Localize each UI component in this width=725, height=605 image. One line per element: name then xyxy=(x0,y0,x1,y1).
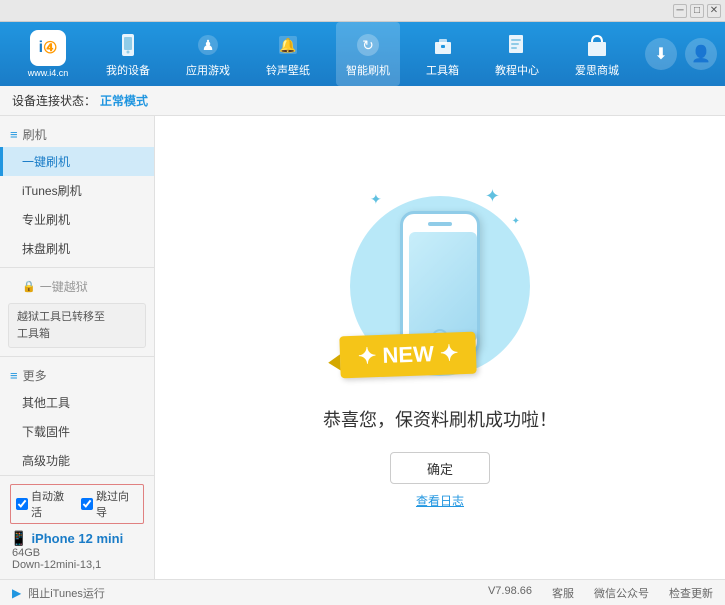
status-bar: 设备连接状态： 正常模式 xyxy=(0,86,725,116)
nav-smart-flash[interactable]: ↻ 智能刷机 xyxy=(336,22,400,86)
device-name-text: iPhone 12 mini xyxy=(31,531,123,546)
tutorials-icon xyxy=(503,31,531,59)
sidebar-item-pro-flash[interactable]: 专业刷机 xyxy=(0,205,154,234)
auto-activate-label: 自动激活 xyxy=(31,488,73,520)
download-button[interactable]: ⬇ xyxy=(645,38,677,70)
skip-guide-input[interactable] xyxy=(81,498,93,510)
maximize-button[interactable]: □ xyxy=(690,4,704,18)
auto-activate-input[interactable] xyxy=(16,498,28,510)
device-phone-icon: 📱 xyxy=(10,530,27,547)
title-bar: ─ □ ✕ xyxy=(0,0,725,22)
success-text: 恭喜您，保资料刷机成功啦！ xyxy=(323,406,557,432)
sidebar-item-one-key-flash[interactable]: 一键刷机 xyxy=(0,147,154,176)
footer: ▶ 阻止iTunes运行 V7.98.66 客服 微信公众号 检查更新 xyxy=(0,579,725,605)
footer-wechat[interactable]: 微信公众号 xyxy=(594,585,649,601)
nav-right-actions: ⬇ 👤 xyxy=(645,38,717,70)
footer-update[interactable]: 检查更新 xyxy=(669,585,713,601)
my-device-icon xyxy=(114,31,142,59)
logo[interactable]: i④ www.i4.cn xyxy=(8,30,88,78)
skip-guide-checkbox[interactable]: 跳过向导 xyxy=(81,488,138,520)
footer-right: V7.98.66 客服 微信公众号 检查更新 xyxy=(488,585,713,601)
apps-games-icon: ♟ xyxy=(194,31,222,59)
nav-tutorials[interactable]: 教程中心 xyxy=(485,22,549,86)
nav-apps-games[interactable]: ♟ 应用游戏 xyxy=(176,22,240,86)
main-content: ≡ 刷机 一键刷机 iTunes刷机 专业刷机 抹盘刷机 🔒 一键越狱 越狱工具… xyxy=(0,116,725,579)
footer-version: V7.98.66 xyxy=(488,585,532,601)
lock-icon: 🔒 xyxy=(22,280,36,293)
sidebar-item-download-firmware[interactable]: 下载固件 xyxy=(0,417,154,446)
smart-flash-icon: ↻ xyxy=(354,31,382,59)
nav-shop[interactable]: 爱思商城 xyxy=(565,22,629,86)
more-section-icon: ≡ xyxy=(10,368,18,383)
svg-text:🔔: 🔔 xyxy=(279,37,296,54)
sidebar-flash-section: ≡ 刷机 xyxy=(0,120,154,147)
sidebar-locked-jailbreak: 🔒 一键越狱 xyxy=(0,272,154,299)
visit-log-link[interactable]: 查看日志 xyxy=(416,492,464,509)
sidebar-item-wipe-flash[interactable]: 抹盘刷机 xyxy=(0,234,154,263)
smart-flash-label: 智能刷机 xyxy=(346,62,390,78)
shop-icon xyxy=(583,31,611,59)
apps-games-label: 应用游戏 xyxy=(186,62,230,78)
footer-support[interactable]: 客服 xyxy=(552,585,574,601)
phone-speaker xyxy=(428,222,452,226)
sidebar-divider-2 xyxy=(0,356,154,357)
device-checkboxes: 自动激活 跳过向导 xyxy=(10,484,144,524)
device-panel: 自动激活 跳过向导 📱 iPhone 12 mini 64GB Down-12m… xyxy=(0,475,154,579)
header: i④ www.i4.cn 我的设备 ♟ 应用游戏 🔔 铃声壁纸 ↻ 智 xyxy=(0,22,725,86)
status-value: 正常模式 xyxy=(100,92,148,109)
itunes-icon: ▶ xyxy=(12,586,21,600)
new-badge: ✦ NEW ✦ xyxy=(339,332,477,379)
svg-text:↻: ↻ xyxy=(362,37,374,53)
flash-section-label: 刷机 xyxy=(23,126,47,143)
content-area: ✦ ✦ ✦ ✦ NEW ✦ 恭喜您，保资料刷机成功啦！ 确定 查看日志 xyxy=(155,116,725,579)
confirm-button[interactable]: 确定 xyxy=(390,452,490,484)
device-name: 📱 iPhone 12 mini xyxy=(10,530,144,547)
svg-text:♟: ♟ xyxy=(202,37,215,53)
sparkle-3: ✦ xyxy=(512,216,520,227)
nav-my-device[interactable]: 我的设备 xyxy=(96,22,160,86)
nav-bar: 我的设备 ♟ 应用游戏 🔔 铃声壁纸 ↻ 智能刷机 工具箱 xyxy=(88,22,637,86)
more-section-label: 更多 xyxy=(23,367,47,384)
status-label: 设备连接状态： xyxy=(12,92,96,109)
close-button[interactable]: ✕ xyxy=(707,4,721,18)
toolbox-icon xyxy=(429,31,457,59)
nav-toolbox[interactable]: 工具箱 xyxy=(416,22,469,86)
sparkle-1: ✦ xyxy=(370,191,382,208)
ringtones-icon: 🔔 xyxy=(274,31,302,59)
shop-label: 爱思商城 xyxy=(575,62,619,78)
my-device-label: 我的设备 xyxy=(106,62,150,78)
logo-icon: i④ xyxy=(30,30,66,66)
locked-label: 一键越狱 xyxy=(40,278,88,295)
skip-guide-label: 跳过向导 xyxy=(96,488,138,520)
device-firmware: Down-12mini-13,1 xyxy=(10,559,144,571)
auto-activate-checkbox[interactable]: 自动激活 xyxy=(16,488,73,520)
sidebar-item-advanced[interactable]: 高级功能 xyxy=(0,446,154,475)
nav-ringtones[interactable]: 🔔 铃声壁纸 xyxy=(256,22,320,86)
user-button[interactable]: 👤 xyxy=(685,38,717,70)
sidebar-more-section: ≡ 更多 xyxy=(0,361,154,388)
logo-url: www.i4.cn xyxy=(28,68,69,78)
footer-left: ▶ 阻止iTunes运行 xyxy=(12,585,488,601)
toolbox-label: 工具箱 xyxy=(426,62,459,78)
phone-illustration: ✦ ✦ ✦ ✦ NEW ✦ xyxy=(350,186,530,386)
flash-section-icon: ≡ xyxy=(10,127,18,142)
sidebar: ≡ 刷机 一键刷机 iTunes刷机 专业刷机 抹盘刷机 🔒 一键越狱 越狱工具… xyxy=(0,116,155,579)
sidebar-item-other-tools[interactable]: 其他工具 xyxy=(0,388,154,417)
device-storage: 64GB xyxy=(10,547,144,559)
itunes-status: 阻止iTunes运行 xyxy=(28,585,105,601)
sparkle-2: ✦ xyxy=(485,186,500,207)
minimize-button[interactable]: ─ xyxy=(673,4,687,18)
sidebar-info-box: 越狱工具已转移至工具箱 xyxy=(8,303,146,348)
tutorials-label: 教程中心 xyxy=(495,62,539,78)
phone-screen xyxy=(409,232,477,342)
sidebar-divider-1 xyxy=(0,267,154,268)
sidebar-item-itunes-flash[interactable]: iTunes刷机 xyxy=(0,176,154,205)
ringtones-label: 铃声壁纸 xyxy=(266,62,310,78)
